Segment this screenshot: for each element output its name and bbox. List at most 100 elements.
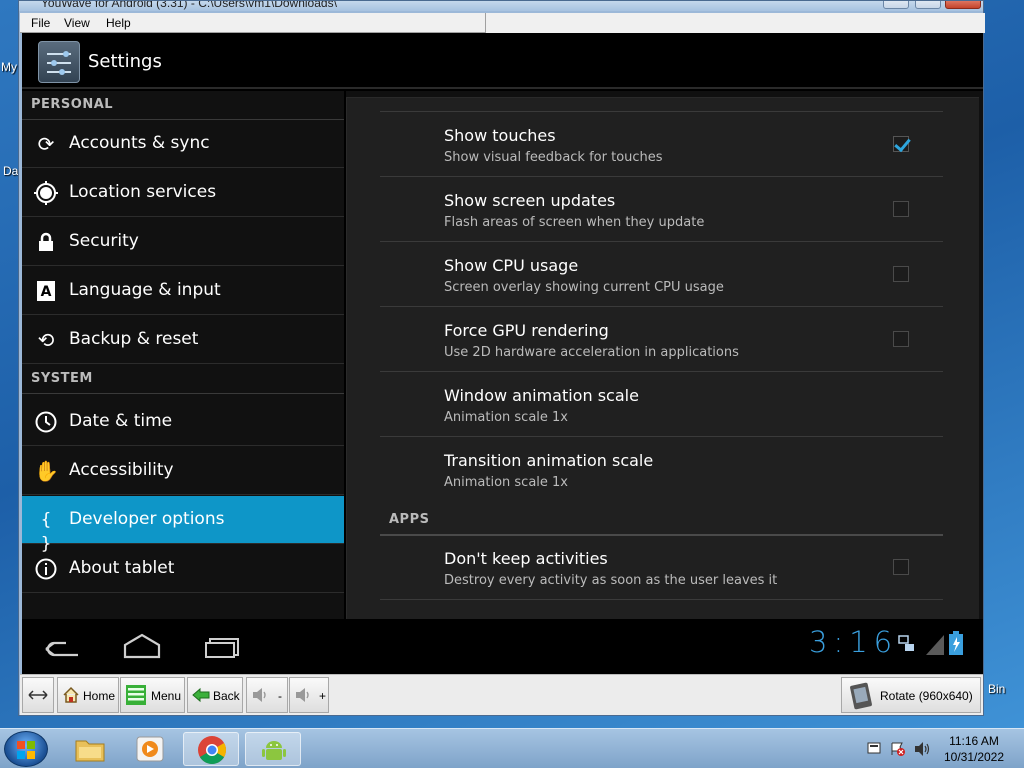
folder-icon xyxy=(75,740,105,762)
settings-icon[interactable] xyxy=(38,41,80,83)
double-arrow-icon xyxy=(28,690,48,700)
pref-summary: Use 2D hardware acceleration in applicat… xyxy=(444,345,739,360)
network-icon xyxy=(898,635,914,651)
volume-down-button[interactable]: - xyxy=(246,677,288,713)
window-title: YouWave for Android (3.31) - C:\Users\vm… xyxy=(41,1,337,10)
desktop-icon-label[interactable]: Da xyxy=(3,164,18,178)
home-nav-icon[interactable] xyxy=(123,633,161,659)
location-icon xyxy=(34,181,58,205)
pref-summary: Flash areas of screen when they update xyxy=(444,215,705,230)
maximize-button[interactable] xyxy=(915,1,941,9)
taskbar-media-player[interactable] xyxy=(122,732,178,766)
taskbar-explorer[interactable] xyxy=(62,732,118,766)
pref-show-screen-updates[interactable]: Show screen updates Flash areas of scree… xyxy=(380,177,943,242)
menu-file[interactable]: File xyxy=(31,16,50,30)
home-button[interactable]: Home xyxy=(57,677,119,713)
close-button[interactable] xyxy=(945,1,981,9)
tray-action-center-icon[interactable] xyxy=(890,741,906,757)
desktop-icon-label[interactable]: My xyxy=(1,60,17,74)
sidebar-item-label: Security xyxy=(69,231,139,251)
back-arrow-icon xyxy=(192,687,210,703)
sync-icon: ⟳ xyxy=(37,132,55,156)
sidebar-item-accounts-sync[interactable]: ⟳ Accounts & sync xyxy=(22,120,344,168)
sidebar-item-label: Accessibility xyxy=(69,460,174,480)
pref-title: Show screen updates xyxy=(444,191,616,210)
taskbar-youwave[interactable] xyxy=(245,732,301,766)
action-bar: Settings xyxy=(22,33,983,89)
pref-transition-animation-scale[interactable]: Transition animation scale Animation sca… xyxy=(380,437,943,502)
preference-list[interactable]: Show touches Show visual feedback for to… xyxy=(346,97,979,619)
pref-title: Force GPU rendering xyxy=(444,321,609,340)
recycle-bin-label[interactable]: Bin xyxy=(988,682,1005,696)
rotate-button-label: Rotate (960x640) xyxy=(880,689,973,703)
house-icon xyxy=(63,686,79,703)
show-touches-checkbox[interactable] xyxy=(893,136,909,152)
show-cpu-usage-checkbox[interactable] xyxy=(893,266,909,282)
force-gpu-rendering-checkbox[interactable] xyxy=(893,331,909,347)
home-button-label: Home xyxy=(83,689,116,703)
window-titlebar[interactable]: YouWave for Android (3.31) - C:\Users\vm… xyxy=(19,1,983,11)
chrome-icon xyxy=(198,736,226,764)
language-icon: A xyxy=(34,279,58,303)
menu-view[interactable]: View xyxy=(64,16,90,30)
tray-clock-date[interactable]: 10/31/2022 xyxy=(942,750,1006,764)
menu-button-label: Menu xyxy=(151,689,182,703)
windows-logo-icon xyxy=(17,741,35,759)
pref-title: Transition animation scale xyxy=(444,451,654,470)
section-header-system: SYSTEM xyxy=(31,371,93,386)
media-player-icon xyxy=(136,736,164,762)
pref-dont-keep-activities[interactable]: Don't keep activities Destroy every acti… xyxy=(380,535,943,600)
pref-summary: Destroy every activity as soon as the us… xyxy=(444,573,778,588)
back-nav-icon[interactable] xyxy=(44,637,82,661)
rotate-button[interactable]: Rotate (960x640) xyxy=(841,677,981,713)
sidebar-item-label: Date & time xyxy=(69,411,173,431)
tray-volume-icon[interactable] xyxy=(914,741,932,757)
tray-clock-time[interactable]: 11:16 AM xyxy=(944,734,1004,748)
pref-title: Show touches xyxy=(444,126,556,145)
sidebar-item-accessibility[interactable]: ✋ Accessibility xyxy=(22,447,344,495)
pref-summary: Animation scale 1x xyxy=(444,475,569,490)
sidebar-item-label: Language & input xyxy=(69,280,221,300)
settings-headers-pane: PERSONAL ⟳ Accounts & sync Location serv… xyxy=(22,91,344,619)
sidebar-item-backup-reset[interactable]: ⟲ Backup & reset xyxy=(22,316,344,364)
svg-text:A: A xyxy=(41,284,52,300)
back-button[interactable]: Back xyxy=(187,677,243,713)
sidebar-item-label: Backup & reset xyxy=(69,329,199,349)
start-button[interactable] xyxy=(4,731,48,767)
recent-apps-nav-icon[interactable] xyxy=(204,635,242,659)
sidebar-item-label: About tablet xyxy=(69,558,175,578)
hand-icon: ✋ xyxy=(34,459,59,483)
sidebar-item-location[interactable]: Location services xyxy=(22,169,344,217)
resize-button[interactable] xyxy=(22,677,54,713)
menu-button[interactable]: Menu xyxy=(120,677,185,713)
dont-keep-activities-checkbox[interactable] xyxy=(893,559,909,575)
sidebar-item-date-time[interactable]: Date & time xyxy=(22,398,344,446)
sidebar-item-developer-options[interactable]: { } Developer options xyxy=(22,496,344,554)
sidebar-item-label: Location services xyxy=(69,182,217,202)
taskbar-chrome[interactable] xyxy=(183,732,239,766)
menu-list-icon xyxy=(126,685,146,705)
rotate-device-icon xyxy=(850,682,872,710)
pref-window-animation-scale[interactable]: Window animation scale Animation scale 1… xyxy=(380,372,943,437)
battery-charging-icon xyxy=(949,631,963,655)
volume-up-button[interactable]: + xyxy=(289,677,329,713)
status-clock: 3:16 xyxy=(809,625,899,659)
android-icon xyxy=(262,741,286,760)
minimize-button[interactable] xyxy=(883,1,909,9)
volume-down-label: - xyxy=(278,689,282,703)
sidebar-item-language[interactable]: A Language & input xyxy=(22,267,344,315)
pref-show-cpu-usage[interactable]: Show CPU usage Screen overlay showing cu… xyxy=(380,242,943,307)
pref-force-gpu-rendering[interactable]: Force GPU rendering Use 2D hardware acce… xyxy=(380,307,943,372)
show-screen-updates-checkbox[interactable] xyxy=(893,201,909,217)
pref-show-touches[interactable]: Show touches Show visual feedback for to… xyxy=(380,112,943,177)
tray-flag-icon[interactable] xyxy=(866,741,882,757)
pref-title: Show CPU usage xyxy=(444,256,579,275)
pref-summary: Show visual feedback for touches xyxy=(444,150,663,165)
sidebar-item-security[interactable]: Security xyxy=(22,218,344,266)
menu-help[interactable]: Help xyxy=(106,16,131,30)
developer-options-pane: Show touches Show visual feedback for to… xyxy=(346,91,983,619)
braces-icon: { } xyxy=(40,510,52,554)
sidebar-item-label: Accounts & sync xyxy=(69,133,210,153)
pref-title: Don't keep activities xyxy=(444,549,608,568)
sidebar-item-about-tablet[interactable]: About tablet xyxy=(22,545,344,593)
